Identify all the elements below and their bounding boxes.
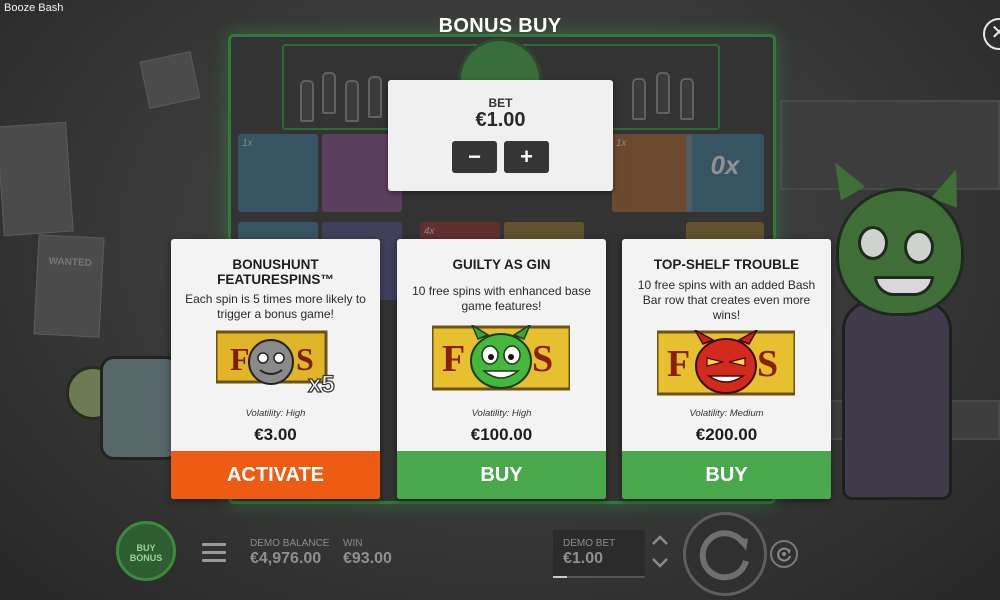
spin-icon — [699, 530, 749, 581]
buy-bonus-label-line1: BUY — [136, 543, 156, 553]
wanted-poster-text: WANTED — [48, 255, 93, 270]
spin-button[interactable] — [683, 512, 767, 596]
bottle — [632, 78, 646, 120]
card-price: €100.00 — [470, 425, 533, 444]
bonus-card-guilty-as-gin: GUILTY AS GIN 10 free spins with enhance… — [397, 239, 606, 499]
activate-button[interactable]: ACTIVATE — [171, 451, 380, 499]
gin-glass-character — [100, 356, 180, 460]
card-title: TOP-SHELF TROUBLE — [653, 257, 800, 272]
card-volatility: Volatility: High — [245, 408, 306, 419]
chevron-up-icon[interactable] — [650, 533, 670, 547]
devil-body — [842, 300, 952, 500]
menu-icon[interactable] — [202, 543, 226, 563]
bet-decrease-button[interactable]: − — [452, 141, 497, 173]
reel-cell: 0x — [686, 134, 764, 212]
green-devil-art: F S — [432, 325, 570, 391]
red-devil-art: F S — [657, 330, 795, 396]
art-letter-f: F — [667, 343, 690, 385]
cell-multiplier: 0x — [710, 150, 740, 180]
bet-label: BET — [488, 96, 513, 110]
bonus-card-bonushunt: BONUSHUNT FEATURESPINS™ Each spin is 5 t… — [171, 239, 380, 499]
art-letter-f: F — [230, 341, 250, 377]
bonus-buy-title: BONUS BUY — [438, 15, 562, 37]
card-description: 10 free spins with an added Bash Bar row… — [637, 278, 816, 322]
card-title: GUILTY AS GIN — [452, 257, 551, 272]
wanted-poster: WANTED — [33, 234, 105, 338]
art-letter-f: F — [442, 338, 465, 380]
win-label: WIN — [343, 538, 363, 549]
demo-bet-label: DEMO BET — [563, 538, 616, 549]
card-title: BONUSHUNT FEATURESPINS™ — [217, 257, 334, 287]
cell-multiplier: 1x — [242, 138, 253, 149]
feature-spins-art: F S x5 — [216, 330, 335, 398]
bet-value: €1.00 — [475, 109, 526, 131]
demo-bet-box: DEMO BET €1.00 — [553, 530, 645, 578]
bottle — [300, 80, 314, 122]
demo-balance-label: DEMO BALANCE — [250, 538, 330, 549]
bottle — [345, 80, 359, 122]
reel-cell: 1x — [238, 134, 318, 212]
demo-bet-indicator — [553, 576, 567, 578]
bottle — [656, 72, 670, 114]
plus-icon: + — [520, 144, 533, 169]
bonus-card-top-shelf-trouble: TOP-SHELF TROUBLE 10 free spins with an … — [622, 239, 831, 499]
bet-increase-button[interactable]: + — [504, 141, 549, 173]
buy-button[interactable]: BUY — [622, 451, 831, 499]
bottle — [322, 72, 336, 114]
buy-bonus-button[interactable]: BUY BONUS — [116, 521, 176, 581]
demo-bet-value: €1.00 — [563, 550, 604, 567]
devil-character — [836, 188, 964, 316]
win-value: €93.00 — [343, 550, 392, 567]
devil-eye — [904, 230, 934, 264]
close-icon: ✕ — [990, 22, 1000, 44]
bottle — [368, 76, 382, 118]
card-description: Each spin is 5 times more likely to trig… — [185, 292, 366, 321]
buy-button[interactable]: BUY — [397, 451, 606, 499]
card-volatility: Volatility: Medium — [689, 408, 764, 419]
card-price: €200.00 — [695, 425, 758, 444]
bet-panel: BET €1.00 − + — [388, 80, 613, 191]
reel-cell: 1x — [612, 134, 692, 212]
autoplay-button[interactable] — [770, 540, 798, 568]
card-volatility: Volatility: High — [471, 408, 532, 419]
autoplay-icon — [777, 547, 791, 562]
chevron-down-icon[interactable] — [650, 556, 670, 570]
minus-icon: − — [468, 144, 481, 169]
art-letter-s: S — [757, 343, 778, 385]
wall-poster — [0, 121, 74, 237]
card-price: €3.00 — [254, 425, 297, 444]
art-letter-s: S — [532, 338, 553, 380]
card-description: 10 free spins with enhanced base game fe… — [412, 284, 591, 313]
demo-balance-value: €4,976.00 — [250, 550, 322, 567]
buy-bonus-label-line2: BONUS — [129, 553, 163, 563]
window-title: Booze Bash — [4, 2, 64, 14]
bottle — [680, 78, 694, 120]
cell-multiplier: 1x — [616, 138, 627, 149]
x5-badge: x5 — [308, 371, 335, 398]
devil-eye — [858, 226, 888, 260]
